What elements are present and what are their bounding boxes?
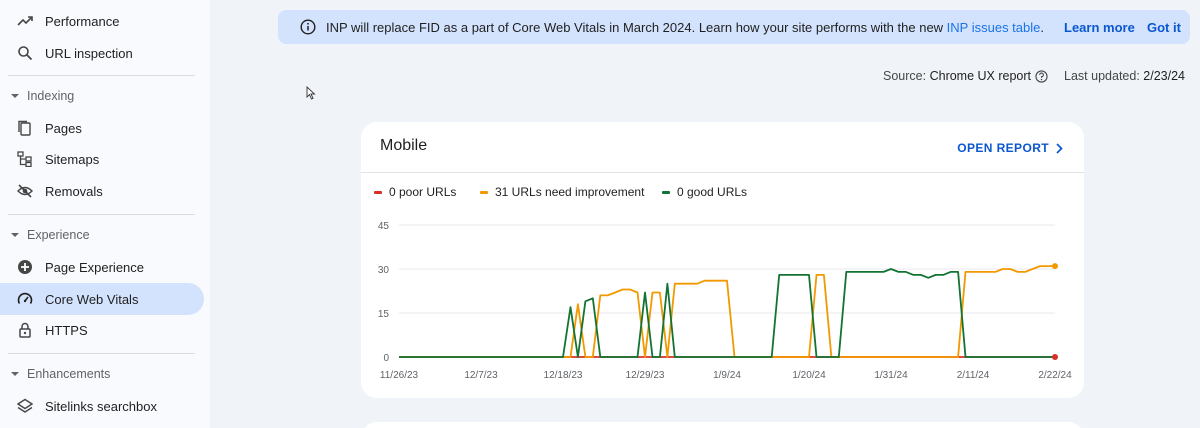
sidebar-item-sitemaps[interactable]: Sitemaps (0, 143, 204, 175)
mouse-cursor-icon (306, 86, 316, 100)
mobile-report-card: Mobile OPEN REPORT 0 poor URLs 31 URLs n… (361, 122, 1084, 398)
banner-text: INP will replace FID as a part of Core W… (326, 19, 947, 35)
info-icon (300, 19, 316, 35)
desktop-report-card (361, 422, 1084, 428)
x-tick-label: 2/11/24 (957, 370, 990, 381)
inp-announcement-banner: INP will replace FID as a part of Core W… (278, 10, 1190, 44)
source-value: Chrome UX report (929, 69, 1032, 83)
sidebar-divider (8, 353, 195, 354)
sidebar: Performance URL inspection Indexing Page… (0, 0, 210, 428)
source-info: Source: Chrome UX report Last updated: 2… (883, 69, 1185, 83)
section-enhancements[interactable]: Enhancements (0, 362, 204, 386)
legend-swatch (374, 190, 382, 194)
x-tick-label: 12/29/23 (626, 370, 665, 381)
legend-label: 0 good URLs (677, 185, 748, 199)
sidebar-item-performance[interactable]: Performance (0, 5, 204, 37)
core-web-vitals-chart: 0 15 30 45 11/26/23 12/7/23 12/18/23 12/29/23 1/… (378, 221, 1072, 381)
section-indexing[interactable]: Indexing (0, 84, 204, 108)
x-tick-label: 12/18/23 (544, 370, 583, 381)
section-title: Experience (27, 228, 90, 242)
last-updated-label: Last updated: (1064, 69, 1140, 83)
sidebar-item-label: URL inspection (45, 45, 133, 61)
y-tick-label: 45 (378, 221, 390, 232)
y-tick-label: 0 (383, 353, 389, 364)
sidebar-item-label: Page Experience (45, 259, 145, 275)
x-tick-label: 11/26/23 (380, 370, 419, 381)
x-tick-label: 1/31/24 (874, 370, 908, 381)
card-divider (361, 172, 1084, 173)
legend-swatch (480, 190, 488, 194)
chevron-right-icon (1056, 142, 1063, 154)
got-it-button[interactable]: Got it (1147, 10, 1181, 44)
plus-circle-icon (17, 259, 33, 275)
x-tick-label: 2/22/24 (1038, 370, 1072, 381)
sidebar-item-core-web-vitals[interactable]: Core Web Vitals (0, 283, 204, 315)
end-point-poor (1052, 354, 1058, 360)
sidebar-item-label: Core Web Vitals (45, 291, 139, 307)
legend-label: 31 URLs need improvement (495, 185, 645, 199)
sidebar-divider (8, 75, 195, 76)
y-tick-label: 15 (378, 309, 390, 320)
legend-good[interactable]: 0 good URLs (662, 185, 747, 199)
x-tick-label: 1/9/24 (713, 370, 741, 381)
lock-icon (17, 322, 33, 338)
learn-more-button[interactable]: Learn more (1064, 10, 1135, 44)
caret-down-icon (11, 370, 19, 378)
caret-down-icon (11, 92, 19, 100)
sidebar-item-pages[interactable]: Pages (0, 112, 204, 144)
legend-label: 0 poor URLs (389, 185, 457, 199)
removals-icon (17, 183, 33, 199)
sidebar-item-removals[interactable]: Removals (0, 175, 204, 207)
section-experience[interactable]: Experience (0, 223, 204, 247)
inp-issues-table-link[interactable]: INP issues table (947, 20, 1041, 35)
banner-text-end: . (1040, 19, 1044, 35)
sidebar-item-label: Removals (45, 183, 103, 199)
help-icon[interactable] (1035, 69, 1048, 83)
search-icon (17, 45, 33, 61)
sidebar-item-label: Sitelinks searchbox (45, 398, 157, 414)
series-line-need-improvement (399, 265, 1055, 358)
layers-icon (17, 398, 33, 414)
trending-up-icon (17, 13, 33, 29)
sidebar-item-page-experience[interactable]: Page Experience (0, 251, 204, 283)
legend-poor[interactable]: 0 poor URLs (374, 185, 456, 199)
legend-needs-improvement[interactable]: 31 URLs need improvement (480, 185, 644, 199)
banner-message: INP will replace FID as a part of Core W… (326, 20, 1044, 35)
speedometer-icon (17, 291, 33, 307)
sidebar-item-https[interactable]: HTTPS (0, 314, 204, 346)
card-title: Mobile (380, 137, 428, 154)
sidebar-item-sitelinks-searchbox[interactable]: Sitelinks searchbox (0, 390, 204, 422)
sidebar-item-label: Sitemaps (45, 151, 100, 167)
caret-down-icon (11, 231, 19, 239)
open-report-button[interactable]: OPEN REPORT (957, 141, 1063, 155)
x-tick-label: 12/7/23 (464, 370, 498, 381)
sidebar-divider (8, 214, 195, 215)
sidebar-item-label: Pages (45, 120, 82, 136)
sidebar-item-label: Performance (45, 13, 120, 29)
end-point-need-improvement (1052, 263, 1058, 270)
section-title: Enhancements (27, 367, 111, 381)
pages-icon (17, 120, 33, 136)
sitemap-icon (17, 151, 33, 167)
legend-swatch (662, 190, 670, 194)
sidebar-item-label: HTTPS (45, 322, 88, 338)
x-tick-label: 1/20/24 (792, 370, 826, 381)
section-title: Indexing (27, 89, 75, 103)
source-label: Source: (883, 69, 927, 83)
last-updated-value: 2/23/24 (1143, 69, 1185, 83)
open-report-label: OPEN REPORT (957, 141, 1049, 155)
sidebar-item-url-inspection[interactable]: URL inspection (0, 37, 204, 69)
y-tick-label: 30 (378, 265, 390, 276)
